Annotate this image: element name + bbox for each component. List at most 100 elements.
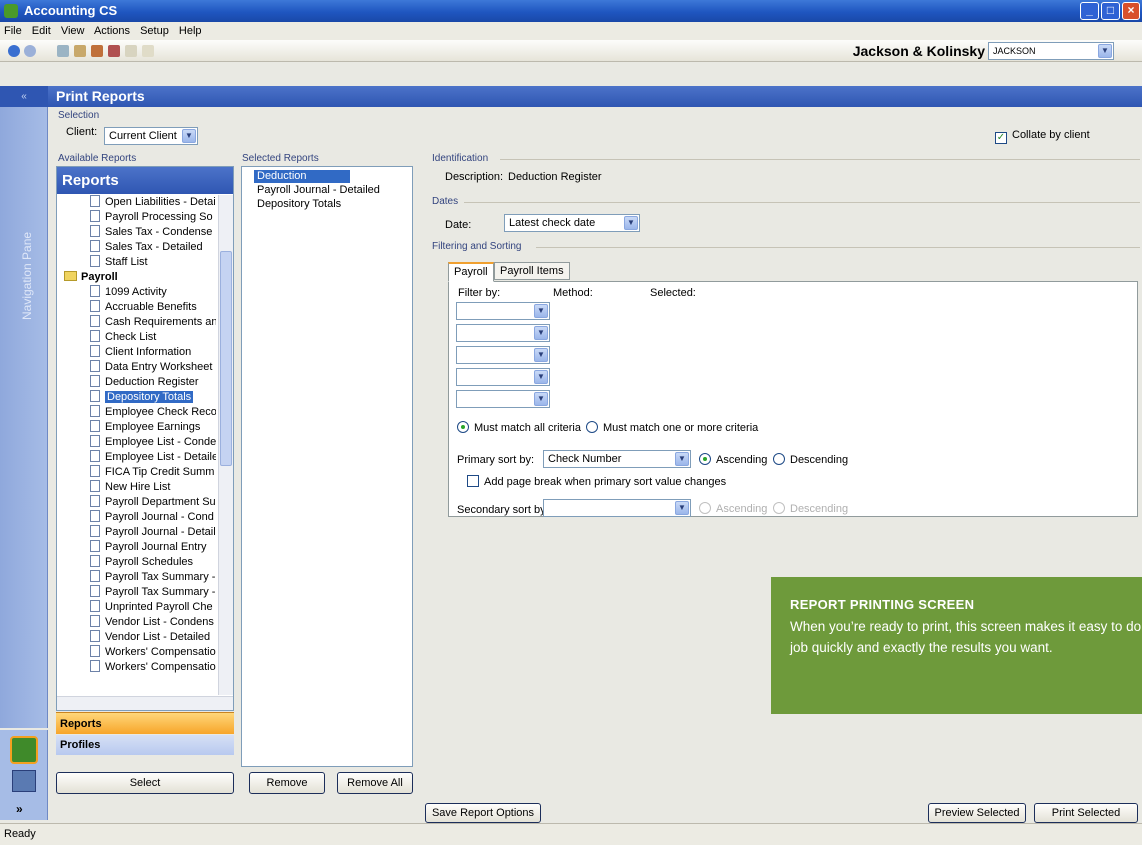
filter-select[interactable]: ▼ [456, 390, 550, 408]
preview-selected-button[interactable]: Preview Selected [928, 803, 1026, 823]
tree-report-item[interactable]: Deduction Register [90, 375, 199, 390]
document-icon [90, 255, 100, 267]
tree-report-item[interactable]: Payroll Tax Summary - [90, 585, 215, 600]
select-button[interactable]: Select [56, 772, 234, 794]
chevron-down-icon: ▼ [624, 216, 638, 230]
tree-report-item[interactable]: Vendor List - Detailed [90, 630, 210, 645]
tree-report-item[interactable]: Sales Tax - Condense [90, 225, 212, 240]
tree-report-item[interactable]: Sales Tax - Detailed [90, 240, 203, 255]
filter-select[interactable]: ▼ [456, 302, 550, 320]
document-icon [90, 375, 100, 387]
tree-report-item[interactable]: Payroll Tax Summary - [90, 570, 215, 585]
primary-sort-select[interactable]: Check Number ▼ [543, 450, 691, 468]
match-one-radio[interactable]: Must match one or more criteria [586, 421, 758, 434]
forward-icon[interactable] [24, 45, 36, 57]
filter-select[interactable]: ▼ [456, 368, 550, 386]
tree-report-item[interactable]: Payroll Department Su [90, 495, 216, 510]
help-icon[interactable] [142, 45, 154, 57]
selected-report-item[interactable]: Deduction Register [254, 170, 350, 195]
primary-ascending-radio[interactable]: Ascending [699, 453, 767, 466]
tree-report-item[interactable]: Data Entry Worksheet [90, 360, 212, 375]
collate-checkbox[interactable]: ✓ Collate by client [995, 129, 1090, 144]
radio-disabled-icon [773, 502, 785, 514]
menu-view[interactable]: View [61, 25, 85, 37]
tree-report-item[interactable]: Employee List - Detaile [90, 450, 216, 465]
save-report-options-button[interactable]: Save Report Options [425, 803, 541, 823]
company-selector[interactable]: JACKSON ▼ [988, 42, 1114, 60]
tree-report-item[interactable]: Staff List [90, 255, 148, 270]
tree-folder-payroll[interactable]: Payroll [64, 270, 118, 285]
tree-report-item[interactable]: Accruable Benefits [90, 300, 197, 315]
menu-actions[interactable]: Actions [94, 25, 130, 37]
secondary-descending-radio[interactable]: Descending [773, 502, 848, 515]
tree-report-item[interactable]: FICA Tip Credit Summ [90, 465, 214, 480]
filter-select[interactable]: ▼ [456, 346, 550, 364]
tree-item-label: Staff List [105, 256, 148, 268]
checkmark-icon: ✓ [995, 132, 1007, 144]
reports-nav-icon[interactable] [10, 736, 38, 764]
print-selected-button[interactable]: Print Selected [1034, 803, 1138, 823]
filter-select[interactable]: ▼ [456, 324, 550, 342]
document-icon [90, 450, 100, 462]
nav-section-profiles[interactable]: Profiles [56, 735, 234, 755]
match-all-radio[interactable]: Must match all criteria [457, 421, 581, 434]
nav-section-reports[interactable]: Reports [56, 712, 234, 734]
menu-edit[interactable]: Edit [32, 25, 51, 37]
tab-payroll[interactable]: Payroll [448, 262, 494, 282]
remove-button[interactable]: Remove [249, 772, 325, 794]
tree-item-label: Payroll Tax Summary - [105, 586, 216, 598]
tree-report-item[interactable]: Payroll Processing So [90, 210, 213, 225]
tree-report-item[interactable]: Client Information [90, 345, 191, 360]
refresh-icon[interactable] [57, 45, 69, 57]
tree-report-item[interactable]: Payroll Schedules [90, 555, 193, 570]
expand-nav-icon[interactable]: » [16, 802, 23, 816]
secondary-ascending-radio[interactable]: Ascending [699, 502, 767, 515]
document-icon [90, 660, 100, 672]
tree-vertical-scrollbar[interactable] [218, 195, 233, 695]
tree-report-item[interactable]: Open Liabilities - Detai [90, 195, 216, 210]
remove-all-button[interactable]: Remove All [337, 772, 413, 794]
maximize-icon[interactable]: □ [1101, 2, 1120, 20]
tree-item-label: Payroll Schedules [105, 556, 194, 568]
profiles-nav-icon[interactable] [12, 770, 36, 792]
menu-setup[interactable]: Setup [140, 25, 169, 37]
tree-report-item[interactable]: Depository Totals [90, 390, 194, 405]
secondary-sort-select[interactable]: ▼ [543, 499, 691, 517]
tree-report-item[interactable]: Check List [90, 330, 156, 345]
tree-report-item[interactable]: Vendor List - Condens [90, 615, 214, 630]
page-break-checkbox[interactable]: Add page break when primary sort value c… [467, 475, 726, 488]
selected-report-item[interactable]: Depository Totals [257, 198, 341, 211]
tree-report-item[interactable]: Workers' Compensatio [90, 660, 216, 675]
report-icon[interactable] [91, 45, 103, 57]
tree-report-item[interactable]: Payroll Journal Entry [90, 540, 207, 555]
tree-report-item[interactable]: 1099 Activity [90, 285, 167, 300]
tree-report-item[interactable]: Employee List - Conde [90, 435, 216, 450]
back-icon[interactable] [8, 45, 20, 57]
client-select[interactable]: Current Client ▼ [104, 127, 198, 145]
tree-report-item[interactable]: New Hire List [90, 480, 170, 495]
tree-report-item[interactable]: Payroll Journal - Cond [90, 510, 214, 525]
tree-report-item[interactable]: Employee Earnings [90, 420, 200, 435]
tool-icon[interactable] [74, 45, 86, 57]
selected-report-item[interactable]: Payroll Journal - Detailed [257, 184, 380, 197]
date-select[interactable]: Latest check date ▼ [504, 214, 640, 232]
tab-payroll-items[interactable]: Payroll Items [494, 262, 570, 280]
close-icon[interactable]: × [1122, 2, 1140, 20]
tree-report-item[interactable]: Workers' Compensatio [90, 645, 216, 660]
menu-file[interactable]: File [4, 25, 22, 37]
favorite-icon[interactable] [125, 45, 137, 57]
tree-report-item[interactable]: Employee Check Reco [90, 405, 216, 420]
primary-descending-radio[interactable]: Descending [773, 453, 848, 466]
tree-report-item[interactable]: Payroll Journal - Detail [90, 525, 216, 540]
minimize-icon[interactable]: _ [1080, 2, 1099, 20]
menu-help[interactable]: Help [179, 25, 202, 37]
tree-horizontal-scrollbar[interactable] [57, 696, 233, 710]
tree-report-item[interactable]: Cash Requirements an [90, 315, 216, 330]
document-icon [90, 615, 100, 627]
tree-item-label: Sales Tax - Detailed [105, 241, 203, 253]
tree-report-item[interactable]: Unprinted Payroll Che [90, 600, 213, 615]
method-header: Method: [553, 287, 593, 299]
collapse-nav-icon[interactable]: « [0, 86, 48, 107]
scroll-thumb[interactable] [220, 251, 232, 466]
print-icon[interactable] [108, 45, 120, 57]
